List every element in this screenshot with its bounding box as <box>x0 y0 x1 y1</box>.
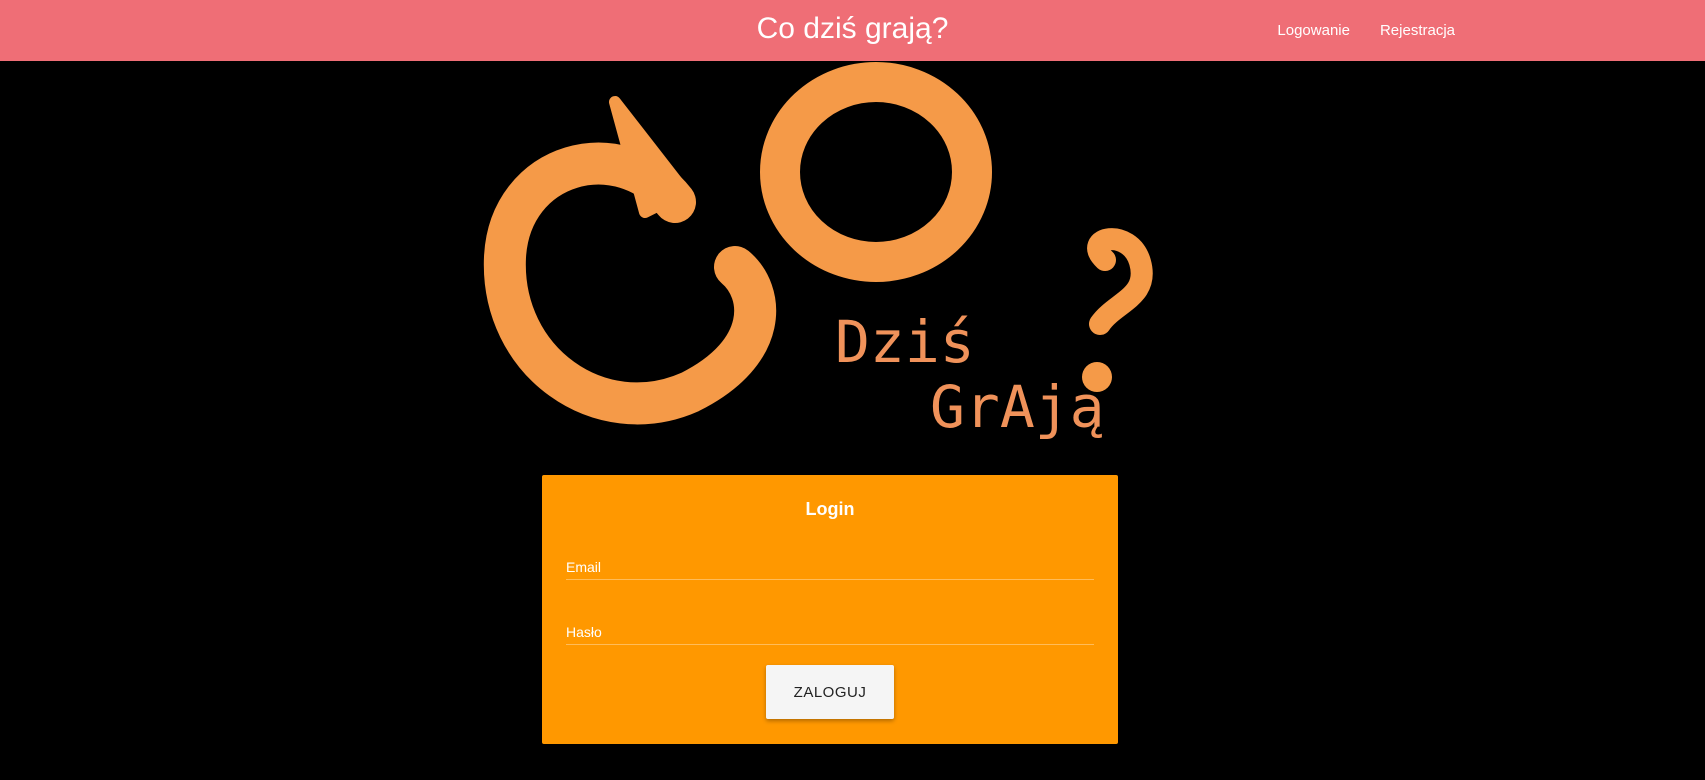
logo-text-dzis: Dziś <box>835 308 975 376</box>
logo-text-graja: GrAją <box>930 373 1105 441</box>
email-field: Email <box>566 545 1098 581</box>
login-card: Login Email Hasło ZALOGUJ <box>542 475 1118 744</box>
nav-register-link[interactable]: Rejestracja <box>1380 22 1455 39</box>
password-input[interactable] <box>566 610 1098 646</box>
nav-login-link[interactable]: Logowanie <box>1277 22 1350 39</box>
top-navbar: Co dziś grają? Logowanie Rejestracja <box>0 0 1705 61</box>
password-field: Hasło <box>566 610 1098 646</box>
logo-o-letter <box>760 62 992 282</box>
login-title: Login <box>805 499 855 519</box>
email-input[interactable] <box>566 545 1098 581</box>
logo-c-arc <box>483 142 777 425</box>
logo-question-mark <box>1087 228 1153 335</box>
site-brand-link[interactable]: Co dziś grają? <box>553 10 1153 48</box>
logo-arrow-head <box>609 96 691 218</box>
nav-links: Logowanie Rejestracja <box>1247 0 1455 61</box>
co-dzis-graja-logo: Dziś GrAją <box>483 62 1153 441</box>
login-submit-button[interactable]: ZALOGUJ <box>766 665 894 719</box>
